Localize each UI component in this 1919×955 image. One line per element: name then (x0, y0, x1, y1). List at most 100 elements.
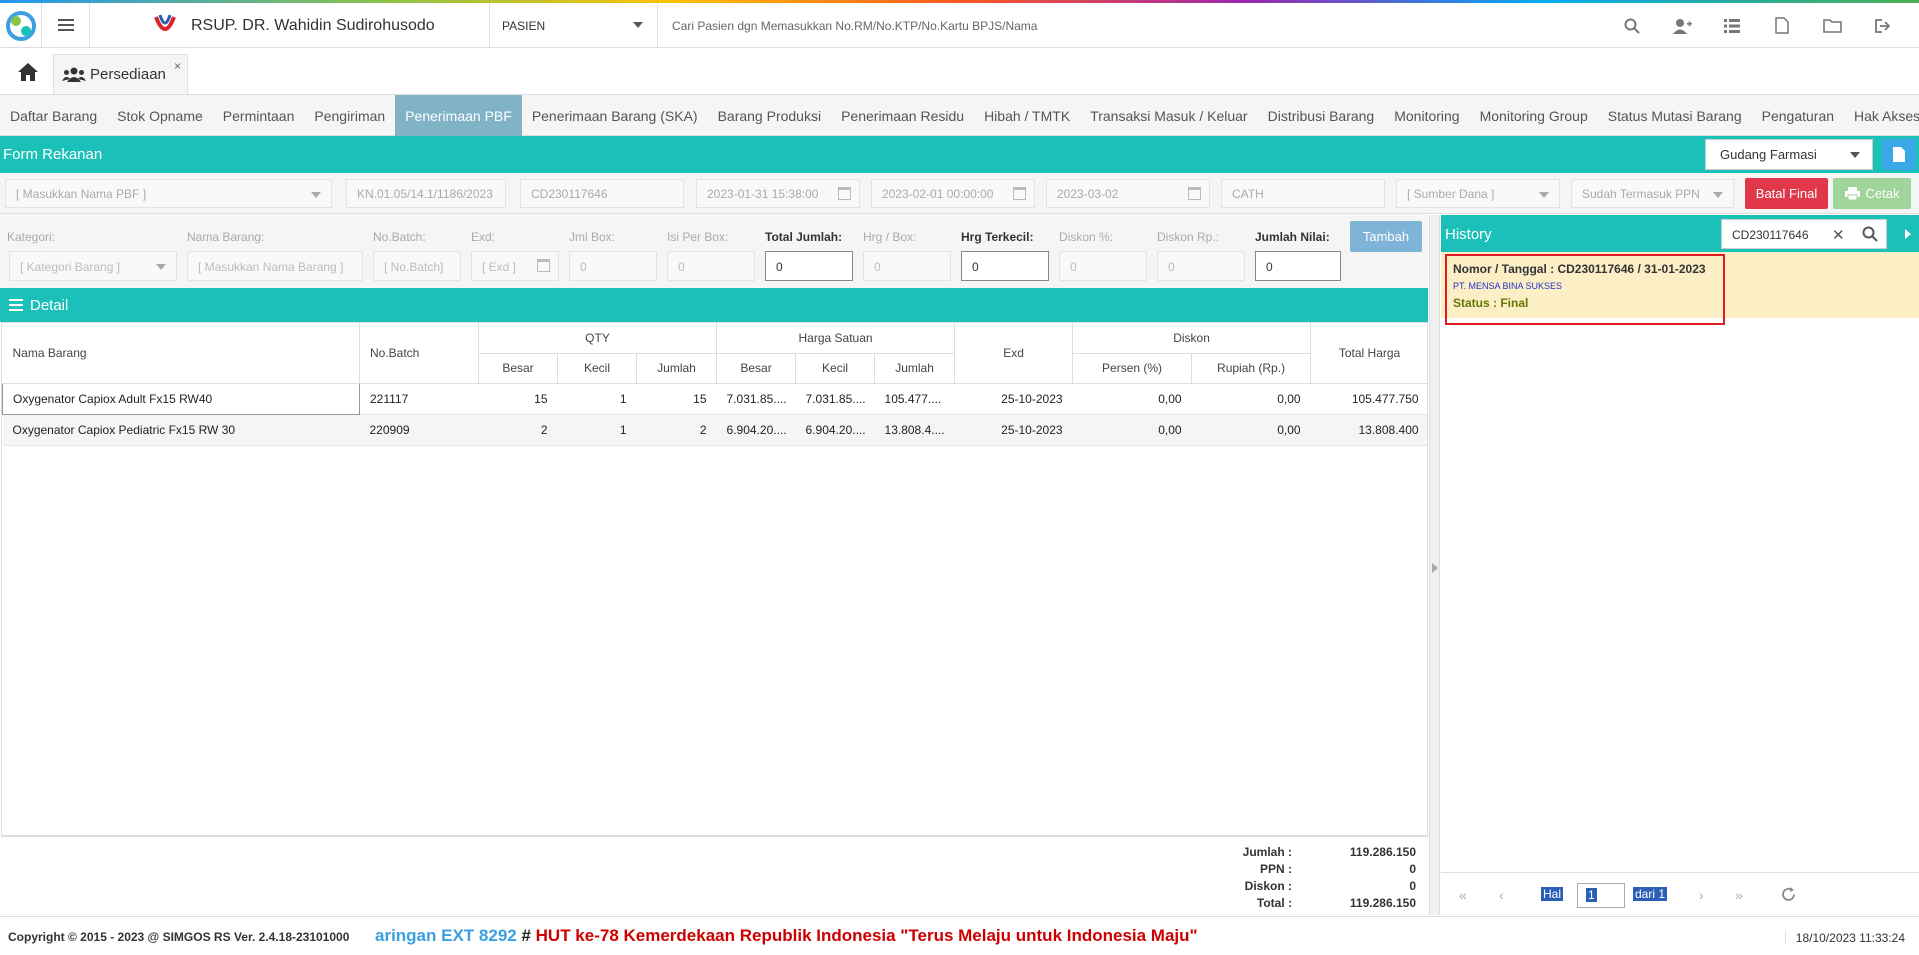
cetak-button[interactable]: Cetak (1833, 178, 1911, 209)
tab-status-mutasi-barang[interactable]: Status Mutasi Barang (1598, 95, 1752, 136)
tanggal-jatuh-tempo-field[interactable]: 2023-03-02 (1046, 179, 1210, 208)
cell-persen[interactable]: 0,00 (1072, 383, 1192, 415)
cell-rupiah[interactable]: 0,00 (1191, 414, 1311, 446)
patient-search-input[interactable]: Cari Pasien dgn Memasukkan No.RM/No.KTP/… (672, 19, 1037, 33)
sumber-dana-select[interactable]: [ Sumber Dana ] (1396, 179, 1560, 208)
search-icon[interactable] (1862, 226, 1878, 242)
calendar-icon[interactable] (1188, 187, 1201, 200)
diskon-rp-input[interactable]: 0 (1157, 251, 1245, 281)
cell-qty-kecil[interactable]: 1 (557, 383, 637, 415)
tab-penerimaan-residu[interactable]: Penerimaan Residu (831, 95, 974, 136)
cell-hs-kecil[interactable]: 7.031.85.... (795, 383, 875, 415)
tab-pengiriman[interactable]: Pengiriman (304, 95, 395, 136)
cell-batch[interactable]: 221117 (359, 383, 479, 415)
home-button[interactable] (10, 57, 46, 87)
cell-exd[interactable]: 25-10-2023 (954, 414, 1073, 446)
new-document-button[interactable] (1882, 139, 1916, 170)
cell-nama[interactable]: Oxygenator Capiox Pediatric Fx15 RW 30 (2, 414, 360, 446)
cell-rupiah[interactable]: 0,00 (1191, 383, 1311, 415)
tab-hibah-tmtk[interactable]: Hibah / TMTK (974, 95, 1080, 136)
col-nama-barang[interactable]: Nama Barang (2, 323, 360, 384)
clear-icon[interactable]: ✕ (1832, 226, 1845, 244)
tab-pengaturan[interactable]: Pengaturan (1752, 95, 1844, 136)
tanggal-faktur-field[interactable]: 2023-01-31 15:38:00 (696, 179, 860, 208)
col-total-harga[interactable]: Total Harga (1310, 323, 1427, 384)
col-hs-besar[interactable]: Besar (716, 353, 797, 384)
batal-final-button[interactable]: Batal Final (1745, 178, 1828, 209)
first-page-icon[interactable]: « (1459, 887, 1467, 903)
total-jumlah-input[interactable]: 0 (765, 251, 853, 281)
diskon-persen-input[interactable]: 0 (1059, 251, 1147, 281)
tab-permintaan[interactable]: Permintaan (213, 95, 305, 136)
hrg-box-input[interactable]: 0 (863, 251, 951, 281)
kategori-select[interactable]: [ Kategori Barang ] (9, 251, 177, 281)
tab-penerimaan-pbf[interactable]: Penerimaan PBF (395, 95, 522, 136)
list-icon[interactable] (1707, 3, 1757, 48)
tab-transaksi-masuk-keluar[interactable]: Transaksi Masuk / Keluar (1080, 95, 1257, 136)
history-card-selected[interactable]: Nomor / Tanggal : CD230117646 / 31-01-20… (1445, 254, 1725, 325)
cell-batch[interactable]: 220909 (359, 414, 479, 446)
prev-page-icon[interactable]: ‹ (1499, 887, 1504, 903)
history-list-item[interactable]: Nomor / Tanggal : CD230117646 / 31-01-20… (1441, 252, 1919, 325)
cell-hs-jumlah[interactable]: 105.477.... (874, 383, 955, 415)
tanggal-terima-field[interactable]: 2023-02-01 00:00:00 (871, 179, 1035, 208)
cell-qty-kecil[interactable]: 1 (557, 414, 637, 446)
exd-input[interactable]: [ Exd ] (471, 251, 559, 281)
cell-nama[interactable]: Oxygenator Capiox Adult Fx15 RW40 (2, 382, 360, 415)
cell-persen[interactable]: 0,00 (1072, 414, 1192, 446)
refresh-icon[interactable] (1781, 887, 1796, 902)
isi-per-box-input[interactable]: 0 (667, 251, 755, 281)
col-exd[interactable]: Exd (954, 323, 1074, 384)
tab-penerimaan-barang-ska[interactable]: Penerimaan Barang (SKA) (522, 95, 708, 136)
no-batch-input[interactable]: [ No.Batch] (373, 251, 461, 281)
cell-qty-jumlah[interactable]: 15 (636, 383, 717, 415)
col-hs-kecil[interactable]: Kecil (795, 353, 876, 384)
jml-box-input[interactable]: 0 (569, 251, 657, 281)
tab-hak-akses[interactable]: Hak Akses (1844, 95, 1919, 136)
pbf-select[interactable]: [ Masukkan Nama PBF ] (5, 179, 332, 208)
tab-monitoring[interactable]: Monitoring (1384, 95, 1469, 136)
hamburger-menu-button[interactable] (42, 3, 90, 48)
panel-splitter[interactable] (1429, 215, 1440, 915)
col-qty-jumlah[interactable]: Jumlah (636, 353, 718, 384)
cell-hs-jumlah[interactable]: 13.808.4.... (874, 414, 955, 446)
user-plus-icon[interactable] (1657, 3, 1707, 48)
col-diskon-rupiah[interactable]: Rupiah (Rp.) (1191, 353, 1312, 384)
jumlah-nilai-input[interactable]: 0 (1255, 251, 1341, 281)
tab-daftar-barang[interactable]: Daftar Barang (0, 95, 107, 136)
close-icon[interactable]: × (174, 59, 181, 73)
calendar-icon[interactable] (537, 259, 550, 272)
calendar-icon[interactable] (838, 187, 851, 200)
hrg-terkecil-input[interactable]: 0 (961, 251, 1049, 281)
search-icon[interactable] (1607, 3, 1657, 48)
table-row[interactable]: Oxygenator Capiox Pediatric Fx15 RW 30 22… (2, 414, 1427, 446)
last-page-icon[interactable]: » (1735, 887, 1743, 903)
tambah-button[interactable]: Tambah (1350, 221, 1422, 252)
tab-monitoring-group[interactable]: Monitoring Group (1470, 95, 1598, 136)
col-hs-jumlah[interactable]: Jumlah (874, 353, 956, 384)
keterangan-field[interactable]: CATH (1221, 179, 1385, 208)
cell-hs-besar[interactable]: 6.904.20.... (716, 414, 796, 446)
app-logo[interactable] (0, 3, 42, 48)
cell-total[interactable]: 13.808.400 (1310, 414, 1427, 446)
next-page-icon[interactable]: › (1699, 887, 1704, 903)
col-diskon-persen[interactable]: Persen (%) (1072, 353, 1193, 384)
cell-qty-jumlah[interactable]: 2 (636, 414, 717, 446)
cell-hs-besar[interactable]: 7.031.85.... (716, 383, 796, 415)
pdf-icon[interactable] (1757, 3, 1807, 48)
module-tab-persediaan[interactable]: Persediaan (53, 54, 188, 94)
no-faktur-field[interactable]: KN.01.05/14.1/1186/2023 (346, 179, 506, 208)
col-no-batch[interactable]: No.Batch (359, 323, 479, 384)
logout-icon[interactable] (1857, 3, 1907, 48)
no-dokumen-field[interactable]: CD230117646 (520, 179, 684, 208)
calendar-icon[interactable] (1013, 187, 1026, 200)
cell-exd[interactable]: 25-10-2023 (954, 383, 1073, 415)
cell-qty-besar[interactable]: 2 (478, 414, 558, 446)
col-qty-besar[interactable]: Besar (478, 353, 558, 384)
page-number-input[interactable]: 1 (1577, 883, 1625, 908)
tab-stok-opname[interactable]: Stok Opname (107, 95, 213, 136)
tab-barang-produksi[interactable]: Barang Produksi (708, 95, 832, 136)
chevron-right-icon[interactable] (1432, 563, 1438, 573)
tab-distribusi-barang[interactable]: Distribusi Barang (1258, 95, 1385, 136)
folder-icon[interactable] (1807, 3, 1857, 48)
